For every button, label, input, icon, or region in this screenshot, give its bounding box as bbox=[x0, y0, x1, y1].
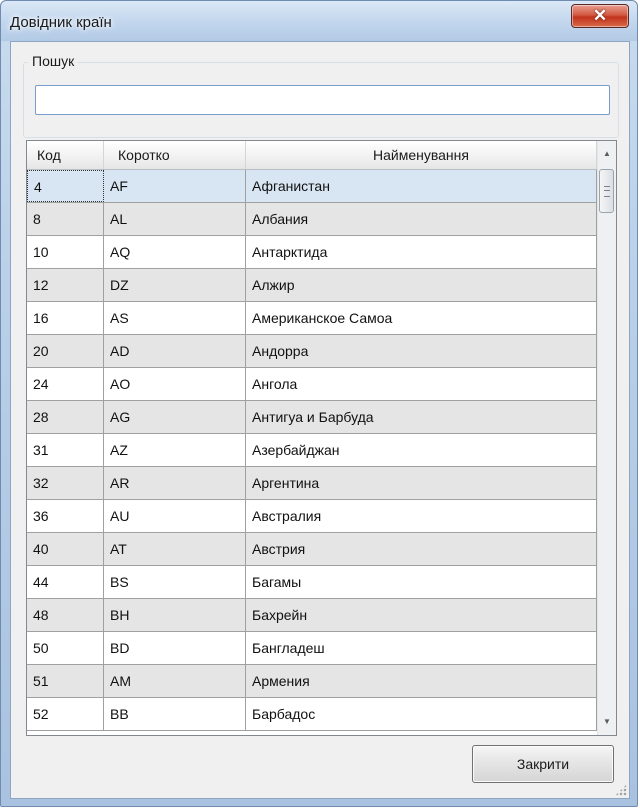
cell-short: AG bbox=[104, 401, 246, 433]
table-row[interactable]: 52 BB Барбадос bbox=[27, 698, 597, 731]
cell-short: AS bbox=[104, 302, 246, 334]
cell-name: Американское Самоа bbox=[246, 302, 597, 334]
table-row[interactable]: 12 DZ Алжир bbox=[27, 269, 597, 302]
table-row[interactable]: 48 BH Бахрейн bbox=[27, 599, 597, 632]
cell-name: Андорра bbox=[246, 335, 597, 367]
table-row[interactable]: 20 AD Андорра bbox=[27, 335, 597, 368]
cell-short: AL bbox=[104, 203, 246, 235]
dialog-window: Довідник країн ✕ Пошук Код Коротко Найме… bbox=[0, 0, 638, 807]
cell-name: Афганистан bbox=[246, 170, 597, 202]
cell-short: AF bbox=[104, 170, 246, 202]
cell-name: Барбадос bbox=[246, 698, 597, 730]
search-input[interactable] bbox=[35, 85, 610, 115]
table-row[interactable]: 16 AS Американское Самоа bbox=[27, 302, 597, 335]
cell-short: AR bbox=[104, 467, 246, 499]
countries-grid: Код Коротко Найменування 4 AF Афганистан 8 A… bbox=[26, 140, 617, 736]
column-header-name[interactable]: Найменування bbox=[246, 141, 597, 169]
table-row[interactable]: 4 AF Афганистан bbox=[27, 170, 597, 203]
cell-code: 24 bbox=[27, 368, 104, 400]
grid-rows: 4 AF Афганистан 8 AL Албания 10 AQ Антарктида 12 D… bbox=[27, 170, 597, 731]
table-row[interactable]: 32 AR Аргентина bbox=[27, 467, 597, 500]
cell-short: BS bbox=[104, 566, 246, 598]
cell-short: AM bbox=[104, 665, 246, 697]
cell-short: AQ bbox=[104, 236, 246, 268]
search-group-label: Пошук bbox=[28, 53, 79, 69]
table-row[interactable]: 50 BD Бангладеш bbox=[27, 632, 597, 665]
cell-short: BB bbox=[104, 698, 246, 730]
table-row[interactable]: 8 AL Албания bbox=[27, 203, 597, 236]
scroll-thumb[interactable] bbox=[599, 169, 614, 213]
cell-short: BH bbox=[104, 599, 246, 631]
cell-code: 32 bbox=[27, 467, 104, 499]
table-row[interactable]: 28 AG Антигуа и Барбуда bbox=[27, 401, 597, 434]
table-row[interactable]: 44 BS Багамы bbox=[27, 566, 597, 599]
cell-name: Бахрейн bbox=[246, 599, 597, 631]
cell-code: 20 bbox=[27, 335, 104, 367]
cell-name: Алжир bbox=[246, 269, 597, 301]
cell-code: 12 bbox=[27, 269, 104, 301]
table-row[interactable]: 31 AZ Азербайджан bbox=[27, 434, 597, 467]
table-row[interactable]: 40 AT Австрия bbox=[27, 533, 597, 566]
cell-name: Антигуа и Барбуда bbox=[246, 401, 597, 433]
cell-name: Австрия bbox=[246, 533, 597, 565]
table-row[interactable]: 36 AU Австралия bbox=[27, 500, 597, 533]
close-icon: ✕ bbox=[592, 6, 608, 25]
cell-short: AU bbox=[104, 500, 246, 532]
cell-name: Армения bbox=[246, 665, 597, 697]
cell-name: Аргентина bbox=[246, 467, 597, 499]
cell-code: 4 bbox=[27, 170, 104, 202]
cell-short: AD bbox=[104, 335, 246, 367]
vertical-scrollbar[interactable]: ▲ ▼ bbox=[597, 141, 616, 735]
cell-code: 52 bbox=[27, 698, 104, 730]
cell-code: 36 bbox=[27, 500, 104, 532]
grid-header: Код Коротко Найменування bbox=[27, 141, 597, 170]
table-row[interactable]: 51 AM Армения bbox=[27, 665, 597, 698]
cell-code: 50 bbox=[27, 632, 104, 664]
cell-short: AZ bbox=[104, 434, 246, 466]
cell-code: 28 bbox=[27, 401, 104, 433]
cell-name: Ангола bbox=[246, 368, 597, 400]
cell-code: 8 bbox=[27, 203, 104, 235]
cell-name: Азербайджан bbox=[246, 434, 597, 466]
cell-name: Бангладеш bbox=[246, 632, 597, 664]
cell-code: 40 bbox=[27, 533, 104, 565]
cell-name: Антарктида bbox=[246, 236, 597, 268]
cell-code: 51 bbox=[27, 665, 104, 697]
grip-icon bbox=[604, 186, 610, 197]
cell-code: 10 bbox=[27, 236, 104, 268]
scroll-up-icon[interactable]: ▲ bbox=[598, 143, 616, 165]
window-close-button[interactable]: ✕ bbox=[571, 4, 629, 28]
cell-code: 48 bbox=[27, 599, 104, 631]
cell-code: 16 bbox=[27, 302, 104, 334]
title-bar[interactable]: Довідник країн ✕ bbox=[1, 1, 637, 41]
cell-short: BD bbox=[104, 632, 246, 664]
window-title: Довідник країн bbox=[10, 14, 112, 31]
cell-short: DZ bbox=[104, 269, 246, 301]
cell-name: Австралия bbox=[246, 500, 597, 532]
scroll-down-icon[interactable]: ▼ bbox=[598, 711, 616, 733]
table-row[interactable]: 24 AO Ангола bbox=[27, 368, 597, 401]
cell-name: Багамы bbox=[246, 566, 597, 598]
column-header-code[interactable]: Код bbox=[27, 141, 104, 169]
cell-code: 44 bbox=[27, 566, 104, 598]
column-header-short[interactable]: Коротко bbox=[104, 141, 246, 169]
cell-code: 31 bbox=[27, 434, 104, 466]
close-dialog-button[interactable]: Закрити bbox=[472, 745, 614, 783]
cell-name: Албания bbox=[246, 203, 597, 235]
dialog-client-area: Пошук Код Коротко Найменування 4 AF Афгани… bbox=[10, 41, 630, 799]
resize-grip-icon[interactable] bbox=[615, 784, 627, 796]
table-row[interactable]: 10 AQ Антарктида bbox=[27, 236, 597, 269]
cell-short: AT bbox=[104, 533, 246, 565]
cell-short: AO bbox=[104, 368, 246, 400]
